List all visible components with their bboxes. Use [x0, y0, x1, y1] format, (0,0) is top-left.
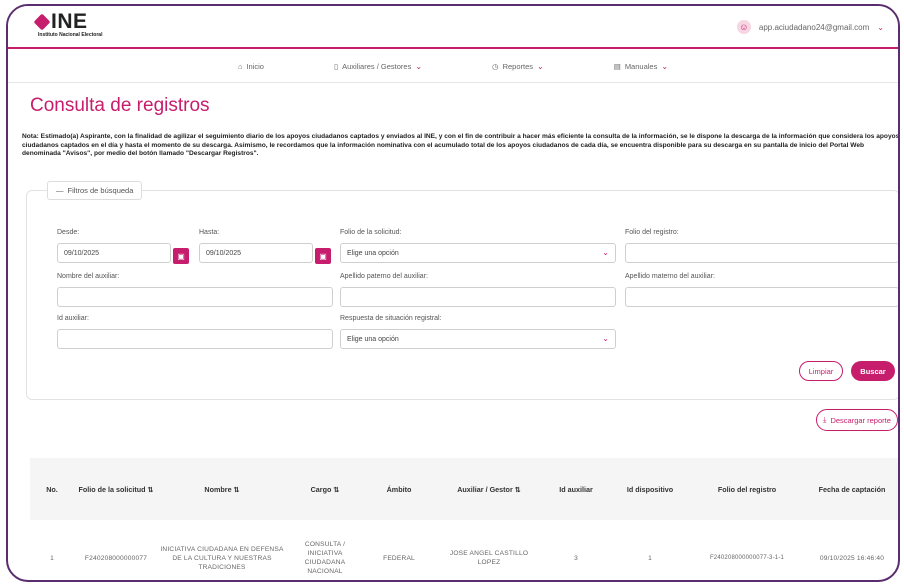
chevron-down-icon: ⌄	[602, 248, 609, 257]
desde-input[interactable]: 09/10/2025	[57, 243, 171, 263]
apellido-paterno-label: Apellido paterno del auxiliar:	[340, 273, 428, 280]
col-folio-registro: Folio del registro	[717, 484, 777, 494]
collapse-icon: —	[56, 186, 64, 195]
user-menu[interactable]: ☺ app.aciudadano24@gmail.com ⌄	[736, 20, 884, 34]
notice-text: Nota: Estimado(a) Aspirante, con la fina…	[22, 133, 900, 157]
respuesta-select[interactable]: Elige una opción ⌄	[340, 329, 616, 349]
col-ambito: Ámbito	[386, 484, 412, 494]
logo-row: INE	[33, 10, 102, 33]
filters-legend-label: Filtros de búsqueda	[67, 186, 134, 195]
cell-folio-registro: F240208000000077-3-1-1	[709, 554, 785, 561]
folio-solicitud-label: Folio de la solicitud:	[340, 229, 402, 236]
col-cargo[interactable]: Cargo ⇅	[286, 458, 364, 520]
nav-label: Reportes	[502, 62, 534, 71]
logo-subtitle: Instituto Nacional Electoral	[38, 32, 103, 38]
nav-label: Auxiliares / Gestores	[342, 62, 412, 71]
col-no: No.	[46, 484, 58, 494]
chevron-down-icon: ⌄	[661, 62, 669, 71]
download-label: Descargar reporte	[830, 415, 891, 425]
cell-nombre: INICIATIVA CIUDADANA EN DEFENSA DE LA CU…	[160, 545, 284, 571]
col-fecha-captacion: Fecha de captación	[818, 484, 886, 494]
cell-auxiliar: JOSE ANGEL CASTILLO LOPEZ	[449, 550, 529, 566]
chevron-down-icon: ⌄	[415, 62, 423, 71]
clear-button[interactable]: Limpiar	[799, 361, 843, 381]
select-value: Elige una opción	[347, 336, 399, 343]
hasta-label: Hasta:	[199, 229, 220, 236]
download-icon: ⤓	[823, 415, 827, 424]
filters-panel: — Filtros de búsqueda Desde: 09/10/2025 …	[26, 181, 898, 400]
cell-fecha: 09/10/2025 16:46:40	[819, 554, 885, 562]
page-title: Consulta de registros	[30, 95, 210, 116]
search-button[interactable]: Buscar	[851, 361, 895, 381]
hasta-input[interactable]: 09/10/2025	[199, 243, 313, 263]
apellido-materno-label: Apellido materno del auxiliar:	[625, 273, 715, 280]
user-icon: ☺	[736, 20, 751, 34]
id-auxiliar-label: Id auxiliar:	[57, 315, 89, 322]
main-nav: ⌂ Inicio ▯ Auxiliares / Gestores ⌄ ◷ Rep…	[8, 51, 898, 83]
col-id-dispositivo: Id dispositivo	[626, 484, 674, 494]
user-email: app.aciudadano24@gmail.com	[758, 22, 870, 32]
cell-id-dispositivo: 1	[648, 554, 652, 562]
id-auxiliar-input[interactable]	[57, 329, 333, 349]
apellido-materno-input[interactable]	[625, 287, 898, 307]
respuesta-label: Respuesta de situación registral:	[340, 315, 442, 322]
logo-text: INE	[51, 10, 88, 33]
cell-ambito: FEDERAL	[383, 554, 415, 562]
cell-cargo: CONSULTA / INICIATIVA CIUDADANA NACIONAL	[304, 541, 346, 575]
nombre-auxiliar-label: Nombre del auxiliar:	[57, 273, 120, 280]
document-icon: ▤	[613, 62, 621, 71]
download-report-button[interactable]: ⤓ Descargar reporte	[816, 409, 898, 431]
col-id-auxiliar: Id auxiliar	[559, 484, 593, 494]
clock-icon: ◷	[492, 62, 499, 71]
nombre-auxiliar-input[interactable]	[57, 287, 333, 307]
chevron-down-icon: ⌄	[877, 22, 884, 32]
device-icon: ▯	[333, 62, 339, 71]
chevron-down-icon: ⌄	[602, 334, 609, 343]
cell-no: 1	[50, 554, 54, 562]
desde-label: Desde:	[57, 229, 80, 236]
nav-manuales[interactable]: ▤ Manuales ⌄	[614, 62, 668, 71]
home-icon: ⌂	[237, 62, 243, 71]
col-auxiliar-gestor[interactable]: Auxiliar / Gestor ⇅	[434, 458, 544, 520]
top-bar: INE Instituto Nacional Electoral ☺ app.a…	[8, 6, 898, 49]
browser-frame: INE Instituto Nacional Electoral ☺ app.a…	[6, 4, 900, 582]
select-value: Elige una opción	[347, 250, 399, 257]
calendar-icon[interactable]: ▣	[173, 248, 189, 264]
folio-solicitud-select[interactable]: Elige una opción ⌄	[340, 243, 616, 263]
nav-auxiliares[interactable]: ▯ Auxiliares / Gestores ⌄	[334, 62, 422, 71]
folio-registro-input[interactable]	[625, 243, 898, 263]
nav-reportes[interactable]: ◷ Reportes ⌄	[492, 62, 544, 71]
nav-label: Manuales	[624, 62, 658, 71]
calendar-icon[interactable]: ▣	[315, 248, 331, 264]
cell-folio-solicitud: F240208000000077	[84, 554, 148, 562]
ine-diamond-icon	[33, 13, 51, 31]
chevron-down-icon: ⌄	[537, 62, 544, 71]
nav-inicio[interactable]: ⌂ Inicio	[238, 62, 264, 71]
cell-id-auxiliar: 3	[574, 554, 578, 562]
col-nombre[interactable]: Nombre ⇅	[158, 458, 286, 520]
table-header: No. Folio de la solicitud ⇅ Nombre ⇅ Car…	[30, 458, 898, 520]
nav-label: Inicio	[246, 62, 264, 71]
folio-registro-label: Folio del registro:	[625, 229, 679, 236]
apellido-paterno-input[interactable]	[340, 287, 616, 307]
filters-toggle[interactable]: — Filtros de búsqueda	[47, 181, 143, 200]
col-folio-solicitud[interactable]: Folio de la solicitud ⇅	[74, 458, 158, 520]
ine-logo[interactable]: INE Instituto Nacional Electoral	[33, 10, 103, 38]
